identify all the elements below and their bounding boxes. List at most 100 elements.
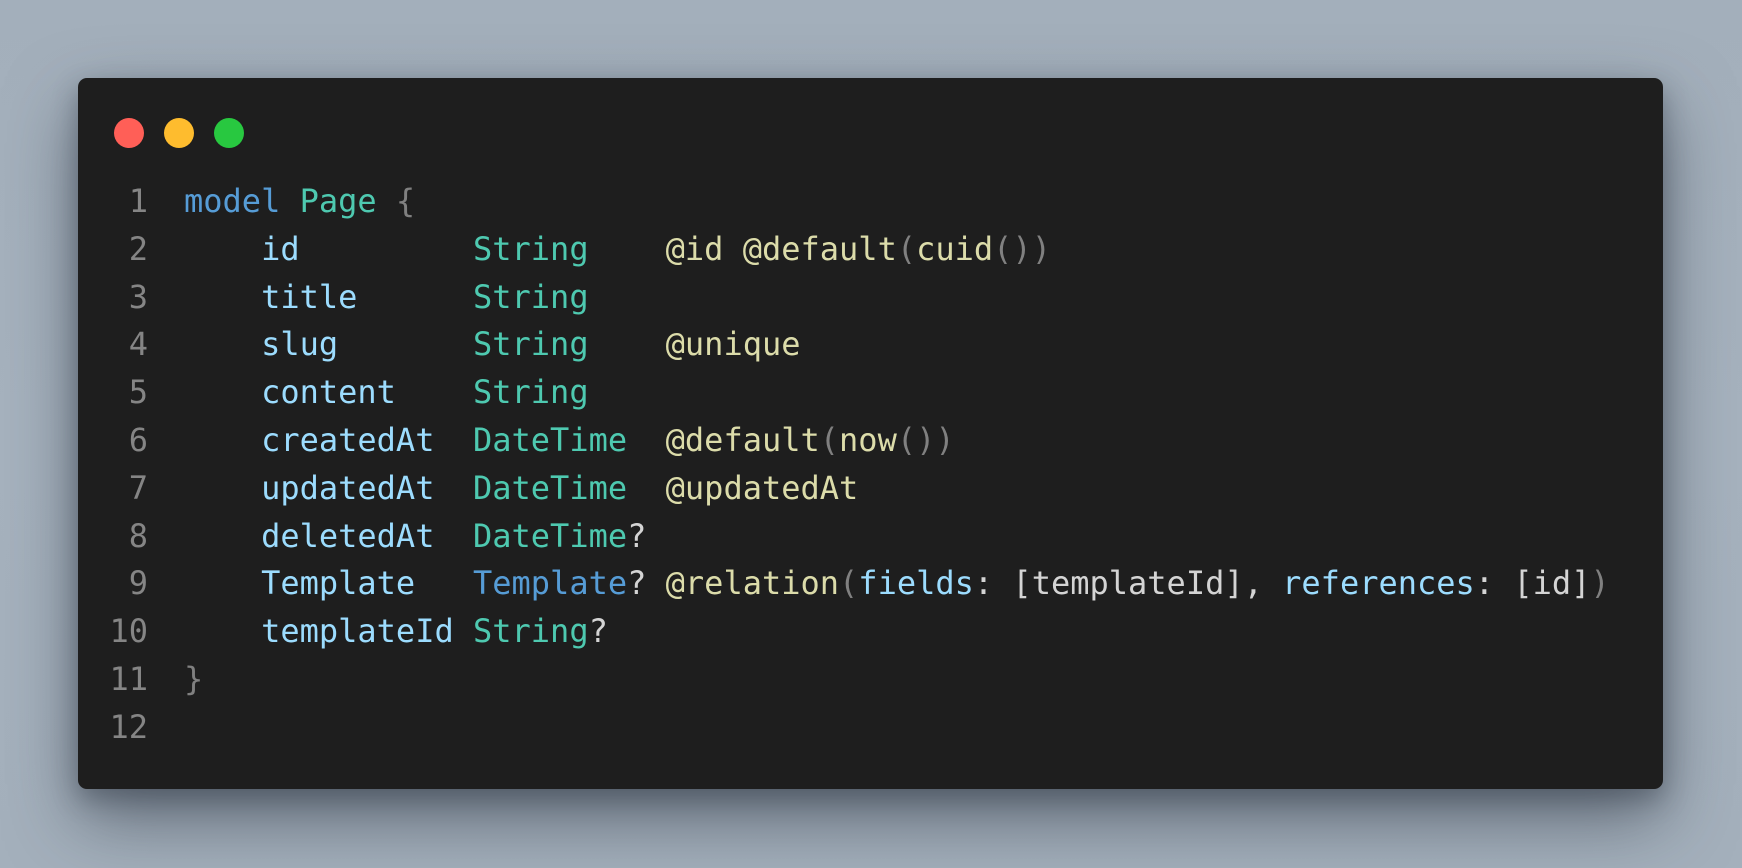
code-token-plain: ?	[627, 516, 647, 555]
code-token-attr: @updatedAt	[665, 468, 859, 507]
line-content: updatedAt DateTime @updatedAt	[184, 465, 858, 513]
code-token-plain: : [templateId],	[973, 564, 1283, 603]
code-line: 4 slug String @unique	[78, 321, 1610, 369]
code-token-type: String	[472, 612, 589, 651]
code-line: 12	[78, 704, 1610, 752]
code-line: 2 id String @id @default(cuid())	[78, 226, 1610, 274]
code-token-type: String	[472, 277, 589, 316]
code-token-punct: )	[1590, 564, 1610, 603]
code-line: 8 deletedAt DateTime?	[78, 513, 1610, 561]
code-token-field: deletedAt	[261, 516, 435, 555]
code-window: 1 model Page {2 id String @id @default(cu…	[78, 78, 1663, 789]
code-token-field: slug	[261, 325, 339, 364]
code-token-punct: {	[395, 182, 416, 220]
line-content: slug String @unique	[184, 321, 801, 369]
code-token-reltype: Template	[472, 564, 628, 603]
code-line: 6 createdAt DateTime @default(now())	[78, 417, 1610, 465]
code-token-attr: now	[839, 420, 897, 459]
code-token-plain: : [id]	[1474, 564, 1591, 603]
code-token-field: title	[261, 277, 358, 316]
line-number: 3	[128, 277, 148, 316]
line-number: 4	[128, 325, 148, 364]
code-token-field: references	[1282, 564, 1475, 603]
code-line: 3 title String	[78, 274, 1610, 322]
code-editor[interactable]: 1 model Page {2 id String @id @default(cu…	[78, 178, 1610, 752]
code-token-field: id	[261, 229, 300, 268]
code-token-type: String	[472, 325, 589, 364]
code-line: 7 updatedAt DateTime @updatedAt	[78, 465, 1610, 513]
code-token-attr: @id @default	[665, 229, 897, 268]
traffic-lights	[114, 118, 244, 148]
code-line: 11}	[78, 656, 1610, 704]
code-token-attr: @unique	[665, 325, 801, 364]
code-token-type: DateTime	[472, 468, 628, 507]
code-token-field: templateId	[261, 612, 454, 651]
code-token-punct: ())	[896, 420, 955, 459]
code-token-kw: model	[184, 182, 281, 220]
close-button[interactable]	[114, 118, 144, 148]
code-token-field: createdAt	[261, 420, 435, 459]
line-content: Template Template? @relation(fields: [te…	[184, 560, 1610, 608]
code-token-attr: cuid	[916, 229, 994, 268]
code-token-attr: @default	[665, 420, 820, 459]
code-token-type: Page	[299, 182, 377, 220]
code-line: 1 model Page {	[78, 178, 1610, 226]
line-content: id String @id @default(cuid())	[184, 226, 1051, 274]
line-number: 9	[128, 564, 148, 603]
line-content: }	[184, 656, 203, 704]
maximize-button[interactable]	[214, 118, 244, 148]
code-token-field: updatedAt	[261, 468, 435, 507]
line-number: 12	[109, 707, 148, 746]
line-number: 5	[128, 373, 148, 412]
code-token-type: DateTime	[472, 420, 628, 459]
code-token-type: String	[472, 229, 589, 268]
line-number: 1	[128, 182, 148, 220]
line-content: title String	[184, 274, 589, 322]
code-token-field: Template	[261, 564, 416, 603]
line-content: templateId String?	[184, 608, 608, 656]
line-content: createdAt DateTime @default(now())	[184, 417, 955, 465]
line-content: content String	[184, 369, 589, 417]
line-content: deletedAt DateTime?	[184, 513, 646, 561]
code-line: 10 templateId String?	[78, 608, 1610, 656]
line-number: 7	[128, 468, 148, 507]
code-token-field: fields	[858, 564, 974, 603]
line-number: 8	[128, 516, 148, 555]
minimize-button[interactable]	[164, 118, 194, 148]
line-content: model Page {	[184, 178, 415, 226]
line-number: 2	[128, 229, 148, 268]
line-number: 10	[109, 612, 148, 651]
code-token-punct: (	[839, 564, 859, 603]
code-line: 5 content String	[78, 369, 1610, 417]
code-token-field: content	[261, 373, 396, 412]
code-token-attr: @relation	[665, 564, 840, 603]
code-token-type: DateTime	[472, 516, 628, 555]
code-token-punct: (	[896, 229, 917, 268]
code-token-plain: ?	[588, 612, 608, 651]
code-line: 9 Template Template? @relation(fields: […	[78, 560, 1610, 608]
